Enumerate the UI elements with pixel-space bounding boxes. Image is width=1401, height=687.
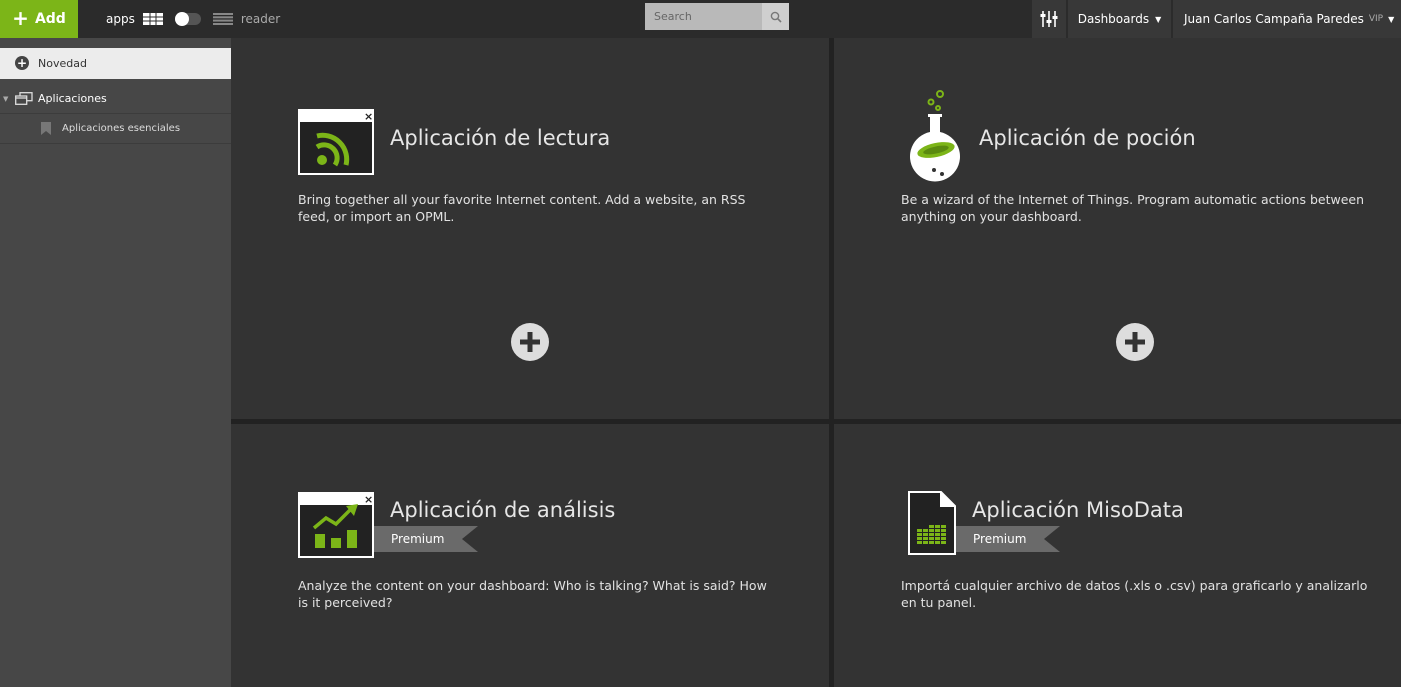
view-switch[interactable] (174, 12, 201, 26)
sidebar-item-novedad[interactable]: + Novedad (0, 48, 231, 79)
analytics-chart-icon: × (298, 492, 374, 558)
sidebar-item-aplicaciones[interactable]: ▼ Aplicaciones (0, 84, 231, 114)
rss-window-icon: × (298, 109, 374, 175)
add-app-button[interactable] (511, 323, 549, 361)
premium-badge-label: Premium (956, 526, 1045, 552)
app-card-misodata: Aplicación MisoData Premium Importá cual… (834, 424, 1401, 687)
search-input[interactable] (645, 3, 762, 30)
plus-icon: + (12, 6, 29, 30)
premium-badge: Premium (956, 526, 1061, 552)
card-description: Be a wizard of the Internet of Things. P… (901, 192, 1365, 224)
search-button[interactable] (762, 3, 789, 30)
search-box (645, 3, 789, 30)
add-button-label: Add (34, 11, 66, 27)
card-title: Aplicación de análisis (390, 498, 616, 522)
search-icon (770, 11, 782, 23)
premium-badge-notch (1044, 526, 1061, 552)
card-title: Aplicación MisoData (972, 498, 1184, 522)
svg-text:×: × (364, 493, 373, 506)
user-menu[interactable]: Juan Carlos Campaña Paredes VIP ▼ (1173, 0, 1401, 38)
triangle-down-icon[interactable]: ▼ (3, 95, 8, 103)
plus-icon (520, 332, 540, 352)
premium-badge-notch (462, 526, 479, 552)
dashboards-label: Dashboards (1077, 12, 1150, 26)
svg-text:×: × (364, 110, 373, 123)
app-card-lectura: × Aplicación de lectura Bring together a… (231, 38, 829, 419)
sidebar-item-aplicaciones-esenciales[interactable]: Aplicaciones esenciales (0, 114, 231, 144)
sidebar-item-label: Aplicaciones (38, 92, 107, 105)
list-view-icon[interactable] (212, 13, 233, 25)
view-apps-label[interactable]: apps (106, 12, 135, 26)
bookmark-icon (41, 122, 51, 135)
view-toggle: apps reader (106, 0, 280, 38)
settings-button[interactable] (1032, 0, 1066, 38)
caret-down-icon: ▼ (1155, 14, 1162, 24)
card-title: Aplicación de lectura (390, 126, 611, 150)
data-file-icon (908, 491, 956, 555)
app-card-analisis: × Aplicación de análisis Premium Analyze… (231, 424, 829, 687)
premium-badge: Premium (374, 526, 479, 552)
card-title: Aplicación de poción (979, 126, 1196, 150)
card-description: Importá cualquier archivo de datos (.xls… (901, 578, 1368, 610)
app-card-pocion: Aplicación de poción Be a wizard of the … (834, 38, 1401, 419)
card-description: Analyze the content on your dashboard: W… (298, 578, 767, 610)
sliders-icon (1040, 11, 1058, 27)
sidebar-item-label: Aplicaciones esenciales (62, 123, 181, 134)
top-bar: + Add apps reader Search Dashboards ▼ Ju… (0, 0, 1401, 38)
vip-badge: VIP (1368, 14, 1384, 24)
dashboards-dropdown[interactable]: Dashboards ▼ (1068, 0, 1171, 38)
plus-icon (1125, 332, 1145, 352)
user-name: Juan Carlos Campaña Paredes (1184, 12, 1364, 26)
sidebar: + Novedad ▼ Aplicaciones Aplicaciones es… (0, 38, 231, 687)
sidebar-item-label: Novedad (38, 57, 87, 70)
view-switch-knob (174, 12, 189, 26)
grid-view-icon[interactable] (142, 13, 163, 25)
card-description: Bring together all your favorite Interne… (298, 192, 746, 224)
view-reader-label[interactable]: reader (241, 12, 280, 26)
plus-circle-icon: + (15, 56, 29, 70)
windows-icon (15, 92, 33, 105)
potion-flask-icon (910, 90, 960, 182)
premium-badge-label: Premium (374, 526, 463, 552)
add-button[interactable]: + Add (0, 0, 78, 38)
caret-down-icon: ▼ (1388, 14, 1395, 24)
add-app-button[interactable] (1116, 323, 1154, 361)
